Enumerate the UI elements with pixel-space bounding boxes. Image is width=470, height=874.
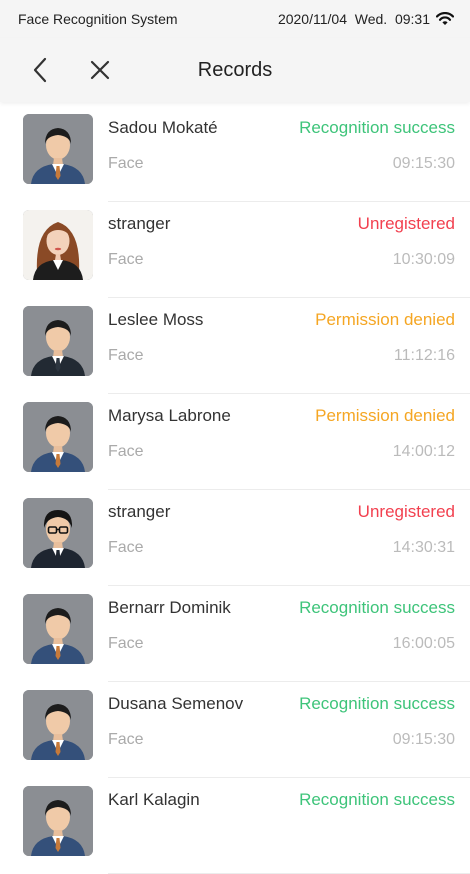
- record-name: Karl Kalagin: [108, 790, 200, 809]
- avatar: [23, 402, 93, 472]
- avatar: [23, 786, 93, 856]
- datetime: 2020/11/04 Wed. 09:31: [277, 11, 430, 27]
- record-method: Face: [108, 635, 144, 652]
- page-title: Records: [197, 59, 273, 81]
- record-status: Permission denied: [315, 310, 455, 329]
- nav-bar: Records: [0, 38, 470, 102]
- avatar: [23, 594, 93, 664]
- record-name: Leslee Moss: [108, 310, 204, 329]
- records-list: Sadou Mokaté Recognition success Face 09:15…: [0, 106, 470, 874]
- record-status: Recognition success: [299, 694, 455, 713]
- record-row[interactable]: Marysa Labrone Permission denied Face 14:00…: [0, 394, 470, 490]
- record-method: Face: [108, 347, 144, 364]
- avatar: [23, 498, 93, 568]
- record-row[interactable]: Karl Kalagin Recognition success: [0, 778, 470, 874]
- wifi-icon: [435, 12, 455, 26]
- avatar: [23, 306, 93, 376]
- record-time: 16:00:05: [392, 635, 455, 652]
- record-row[interactable]: stranger Unregistered Face 14:30:31: [0, 490, 470, 586]
- avatar: [23, 114, 93, 184]
- avatar: [23, 690, 93, 760]
- record-time: 10:30:09: [392, 251, 455, 268]
- record-row[interactable]: Bernarr Dominik Recognition success Face 16…: [0, 586, 470, 682]
- record-method: Face: [108, 155, 144, 172]
- record-row[interactable]: Leslee Moss Permission denied Face 11:12:16: [0, 298, 470, 394]
- status-bar: Face Recognition System 2020/11/04 Wed. …: [0, 0, 470, 38]
- record-row[interactable]: Sadou Mokaté Recognition success Face 09:15…: [0, 106, 470, 202]
- record-method: Face: [108, 731, 144, 748]
- record-name: stranger: [108, 214, 171, 233]
- record-name: Marysa Labrone: [108, 406, 231, 425]
- record-time: 11:12:16: [393, 347, 455, 364]
- status-right: 2020/11/04 Wed. 09:31: [277, 11, 455, 27]
- record-row[interactable]: stranger Unregistered Face 10:30:09: [0, 202, 470, 298]
- record-status: Unregistered: [357, 502, 455, 521]
- record-status: Unregistered: [357, 214, 455, 233]
- record-status: Permission denied: [315, 406, 455, 425]
- avatar: [23, 210, 93, 280]
- record-method: Face: [108, 251, 144, 268]
- close-icon: [90, 60, 110, 80]
- record-status: Recognition success: [299, 790, 455, 809]
- record-name: Bernarr Dominik: [108, 598, 231, 617]
- record-method: Face: [108, 539, 144, 556]
- record-row[interactable]: Dusana Semenov Recognition success Face 09:…: [0, 682, 470, 778]
- back-button[interactable]: [24, 54, 56, 86]
- record-time: 14:00:12: [392, 443, 455, 460]
- record-time: 09:15:30: [392, 155, 455, 172]
- record-status: Recognition success: [299, 598, 455, 617]
- record-name: stranger: [108, 502, 171, 521]
- record-status: Recognition success: [299, 118, 455, 137]
- record-time: 09:15:30: [392, 731, 455, 748]
- record-name: Sadou Mokaté: [108, 118, 218, 137]
- record-method: Face: [108, 443, 144, 460]
- record-time: 14:30:31: [392, 539, 455, 556]
- close-button[interactable]: [84, 54, 116, 86]
- chevron-left-icon: [33, 57, 47, 83]
- app-name: Face Recognition System: [18, 11, 178, 27]
- record-name: Dusana Semenov: [108, 694, 244, 713]
